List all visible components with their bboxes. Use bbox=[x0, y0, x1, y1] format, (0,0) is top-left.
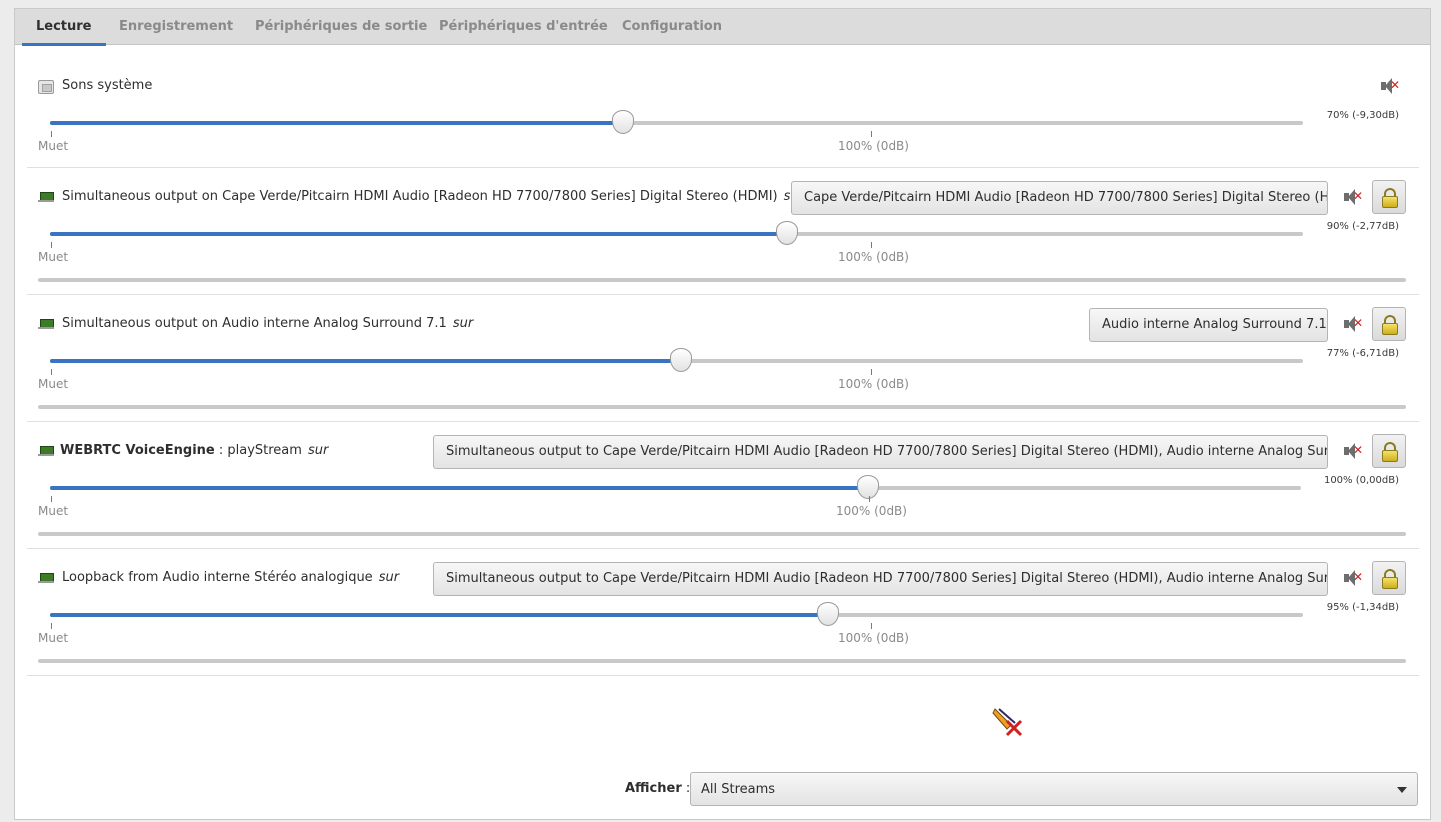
no-streams-icon bbox=[992, 708, 1023, 737]
stream-row: Simultaneous output on Audio interne Ana… bbox=[27, 295, 1419, 422]
volume-slider-fill bbox=[50, 232, 788, 236]
chevron-down-icon bbox=[1397, 787, 1407, 793]
tick-mute bbox=[51, 369, 52, 375]
stream-title: Simultaneous output on Cape Verde/Pitcai… bbox=[62, 189, 804, 204]
volume-slider[interactable] bbox=[50, 348, 1303, 372]
tick-100 bbox=[871, 623, 872, 629]
speaker-muted-icon[interactable]: ✕ bbox=[1342, 568, 1363, 588]
tab-configuration[interactable]: Configuration bbox=[620, 9, 724, 45]
tab-peripheriques-sortie[interactable]: Périphériques de sortie bbox=[253, 9, 429, 45]
lock-channels-button[interactable] bbox=[1372, 180, 1406, 214]
label-100: 100% (0dB) bbox=[838, 139, 909, 153]
output-device-button[interactable]: Simultaneous output to Cape Verde/Pitcai… bbox=[433, 562, 1328, 596]
volume-slider-fill bbox=[50, 121, 624, 125]
volume-readout: 77% (-6,71dB) bbox=[1326, 348, 1399, 359]
stream-row: Loopback from Audio interne Stéréo analo… bbox=[27, 549, 1419, 676]
tick-100 bbox=[869, 496, 870, 502]
output-device-button[interactable]: Cape Verde/Pitcairn HDMI Audio [Radeon H… bbox=[791, 181, 1328, 215]
label-100: 100% (0dB) bbox=[836, 504, 907, 518]
lock-channels-button[interactable] bbox=[1372, 434, 1406, 468]
volume-slider-thumb[interactable] bbox=[612, 110, 635, 134]
volume-slider-thumb[interactable] bbox=[817, 602, 839, 626]
volume-readout: 100% (0,00dB) bbox=[1323, 475, 1399, 486]
system-sounds-icon bbox=[38, 80, 54, 94]
stream-row: Sons système ✕ Muet 100% (0dB) 70% (-9,3… bbox=[27, 57, 1419, 168]
label-mute: Muet bbox=[38, 250, 69, 264]
volume-slider-thumb[interactable] bbox=[856, 475, 879, 499]
channel-separator bbox=[38, 405, 1406, 409]
label-100: 100% (0dB) bbox=[838, 631, 909, 645]
stream-filter-dropdown[interactable]: All Streams bbox=[690, 772, 1418, 806]
stream-row: WEBRTC VoiceEngine : playStream sur Simul… bbox=[27, 422, 1419, 549]
channel-separator bbox=[38, 659, 1406, 663]
volume-slider-fill bbox=[50, 486, 868, 490]
sound-card-icon bbox=[38, 444, 54, 458]
output-device-button[interactable]: Simultaneous output to Cape Verde/Pitcai… bbox=[433, 435, 1328, 469]
label-mute: Muet bbox=[38, 139, 69, 153]
volume-slider[interactable] bbox=[50, 602, 1303, 626]
stream-title: Loopback from Audio interne Stéréo analo… bbox=[62, 570, 400, 585]
tab-bar: Lecture Enregistrement Périphériques de … bbox=[15, 9, 1430, 46]
volume-readout: 95% (-1,34dB) bbox=[1326, 602, 1399, 613]
output-device-button[interactable]: Audio interne Analog Surround 7.1 bbox=[1089, 308, 1328, 342]
label-100: 100% (0dB) bbox=[838, 250, 909, 264]
stream-title: Sons système bbox=[62, 78, 153, 93]
volume-slider-thumb[interactable] bbox=[776, 221, 799, 245]
tick-100 bbox=[871, 242, 872, 248]
tick-mute bbox=[51, 131, 52, 137]
tab-lecture[interactable]: Lecture bbox=[22, 9, 105, 46]
channel-separator bbox=[38, 532, 1406, 536]
tick-mute bbox=[51, 496, 52, 502]
volume-slider[interactable] bbox=[50, 110, 1303, 134]
speaker-muted-icon[interactable]: ✕ bbox=[1379, 76, 1400, 96]
label-mute: Muet bbox=[38, 504, 69, 518]
speaker-muted-icon[interactable]: ✕ bbox=[1342, 187, 1363, 207]
tab-peripheriques-entree[interactable]: Périphériques d'entrée bbox=[437, 9, 610, 45]
volume-slider-fill bbox=[50, 359, 681, 363]
stream-filter-value: All Streams bbox=[701, 782, 776, 797]
tick-mute bbox=[51, 623, 52, 629]
tick-100 bbox=[871, 131, 872, 137]
label-100: 100% (0dB) bbox=[838, 377, 909, 391]
volume-slider[interactable] bbox=[50, 221, 1303, 245]
lock-channels-button[interactable] bbox=[1372, 307, 1406, 341]
speaker-muted-icon[interactable]: ✕ bbox=[1342, 314, 1363, 334]
tick-mute bbox=[51, 242, 52, 248]
sound-card-icon bbox=[38, 317, 54, 331]
channel-separator bbox=[38, 278, 1406, 282]
sound-card-icon bbox=[38, 571, 54, 585]
show-filter-label: Afficher : bbox=[625, 781, 691, 796]
label-mute: Muet bbox=[38, 631, 69, 645]
stream-title: WEBRTC VoiceEngine : playStream sur bbox=[60, 443, 329, 458]
volume-slider-thumb[interactable] bbox=[669, 348, 692, 372]
sound-card-icon bbox=[38, 190, 54, 204]
volume-readout: 90% (-2,77dB) bbox=[1326, 221, 1399, 232]
volume-readout: 70% (-9,30dB) bbox=[1326, 110, 1399, 121]
stream-row: Simultaneous output on Cape Verde/Pitcai… bbox=[27, 168, 1419, 295]
speaker-muted-icon[interactable]: ✕ bbox=[1342, 441, 1363, 461]
stream-title: Simultaneous output on Audio interne Ana… bbox=[62, 316, 474, 331]
volume-slider[interactable] bbox=[50, 475, 1301, 499]
tick-100 bbox=[871, 369, 872, 375]
tab-enregistrement[interactable]: Enregistrement bbox=[117, 9, 235, 45]
label-mute: Muet bbox=[38, 377, 69, 391]
window: Lecture Enregistrement Périphériques de … bbox=[14, 8, 1431, 820]
lock-channels-button[interactable] bbox=[1372, 561, 1406, 595]
volume-slider-fill bbox=[50, 613, 828, 617]
